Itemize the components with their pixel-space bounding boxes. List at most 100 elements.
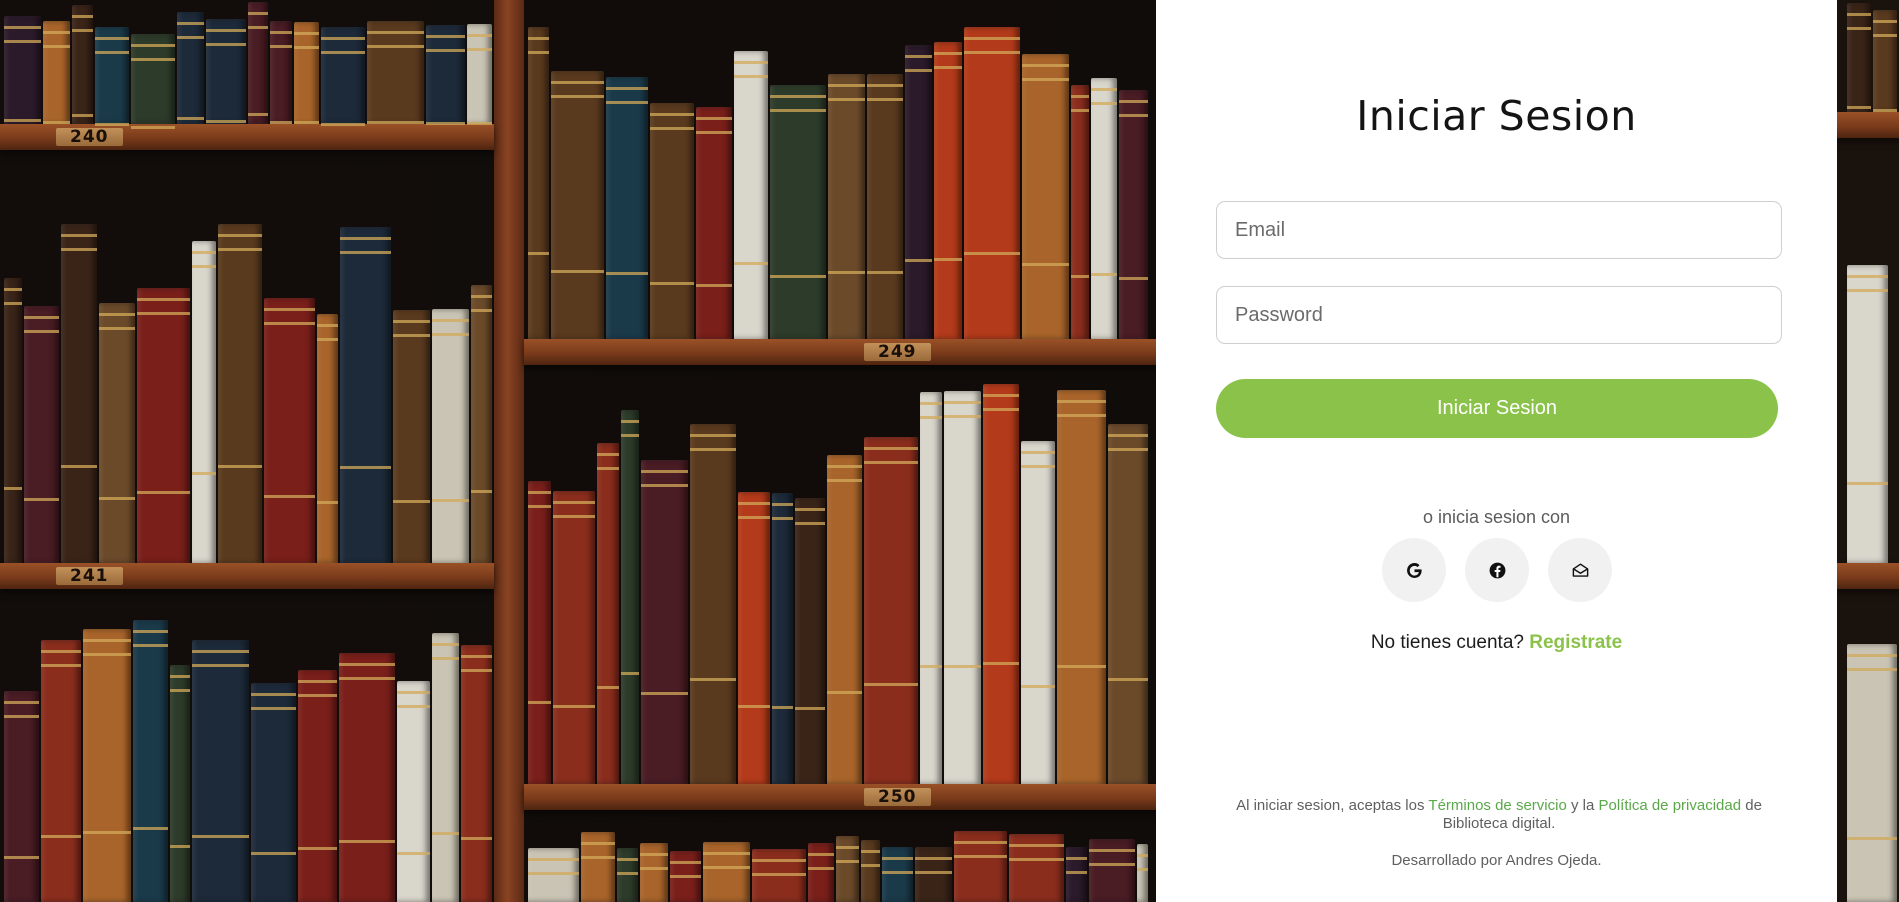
book-spine <box>1022 54 1069 339</box>
book-band <box>133 630 168 634</box>
book-band <box>41 664 81 668</box>
book-spine <box>553 490 595 784</box>
book-band <box>1108 434 1148 438</box>
book-band <box>640 852 668 856</box>
terms-link[interactable]: Términos de servicio <box>1428 797 1566 814</box>
book-band <box>1009 858 1064 862</box>
book-band <box>934 258 962 262</box>
book-band <box>393 320 430 324</box>
book-band <box>597 467 619 471</box>
book-band <box>551 94 604 98</box>
book-band <box>99 312 135 316</box>
book-band <box>621 419 639 423</box>
book-band <box>772 705 793 709</box>
book-band <box>206 29 246 33</box>
book-band <box>467 122 492 126</box>
login-button[interactable]: Iniciar Sesion <box>1216 379 1778 438</box>
book-spine <box>964 27 1020 339</box>
register-link[interactable]: Registrate <box>1529 632 1622 653</box>
book-spine <box>1057 390 1106 784</box>
book-band <box>4 26 41 30</box>
book-band <box>4 700 39 704</box>
book-band <box>703 865 750 869</box>
book-band <box>192 251 216 255</box>
book-band <box>954 855 1007 859</box>
google-login-button[interactable] <box>1382 538 1446 602</box>
book-spine <box>983 383 1019 784</box>
shelf-board: 250 <box>524 784 1156 810</box>
book-band <box>192 663 249 667</box>
book-band <box>99 326 135 330</box>
book-band <box>192 265 216 269</box>
book-band <box>861 850 880 853</box>
book-spine <box>61 223 97 563</box>
book-spine <box>321 26 365 127</box>
book-spine <box>131 34 175 130</box>
legal-prefix: Al iniciar sesion, aceptas los <box>1236 797 1425 814</box>
book-band <box>99 496 135 500</box>
login-page: 240 249 241 250 Iniciar Sesion Iniciar S… <box>0 0 1899 902</box>
book-band <box>752 873 806 877</box>
book-band <box>339 840 395 844</box>
book-band <box>650 126 694 130</box>
email-field[interactable] <box>1216 201 1782 259</box>
book-spine <box>1009 834 1064 902</box>
book-band <box>248 26 268 30</box>
book-band <box>61 247 97 251</box>
book-band <box>170 845 190 849</box>
book-band <box>1022 64 1069 68</box>
book-band <box>41 835 81 839</box>
book-spine <box>393 310 430 563</box>
book-band <box>432 499 469 503</box>
book-band <box>752 859 806 863</box>
book-band <box>738 501 770 505</box>
book-spine <box>795 497 825 784</box>
book-band <box>43 120 70 124</box>
privacy-link[interactable]: Política de privacidad <box>1598 797 1741 814</box>
book-band <box>206 43 246 47</box>
book-band <box>827 465 862 469</box>
facebook-login-button[interactable] <box>1465 538 1529 602</box>
book-band <box>864 683 918 687</box>
book-spine <box>1847 644 1897 902</box>
book-band <box>1066 857 1087 861</box>
google-icon <box>1405 561 1424 580</box>
book-band <box>1847 106 1871 110</box>
book-spine <box>340 226 391 563</box>
book-band <box>581 856 615 860</box>
book-band <box>1847 836 1897 840</box>
book-band <box>83 830 131 834</box>
book-band <box>1089 848 1135 852</box>
book-band <box>1847 654 1897 658</box>
book-band <box>317 323 338 327</box>
book-spine <box>861 840 880 902</box>
book-spine <box>24 306 59 563</box>
book-band <box>72 28 93 32</box>
book-spine <box>640 842 668 902</box>
shelf-number: 240 <box>56 128 123 146</box>
book-band <box>528 252 549 256</box>
book-spine <box>1089 838 1135 902</box>
book-band <box>1022 263 1069 267</box>
book-spine <box>99 302 135 563</box>
book-spine <box>83 629 131 902</box>
book-band <box>61 465 97 469</box>
book-band <box>864 447 918 451</box>
book-spine <box>621 409 639 784</box>
book-spine <box>581 832 615 902</box>
book-spine <box>1091 78 1117 339</box>
book-band <box>298 847 337 851</box>
book-band <box>738 705 770 709</box>
book-band <box>606 87 648 91</box>
book-band <box>905 259 932 263</box>
book-spine <box>690 423 736 784</box>
book-band <box>1847 288 1888 292</box>
email-login-button[interactable] <box>1548 538 1612 602</box>
password-field[interactable] <box>1216 286 1782 344</box>
shelf-board: 241 <box>0 563 494 589</box>
book-band <box>83 653 131 657</box>
book-band <box>770 94 826 98</box>
book-band <box>983 661 1019 665</box>
book-band <box>795 707 825 711</box>
book-band <box>1071 94 1089 98</box>
